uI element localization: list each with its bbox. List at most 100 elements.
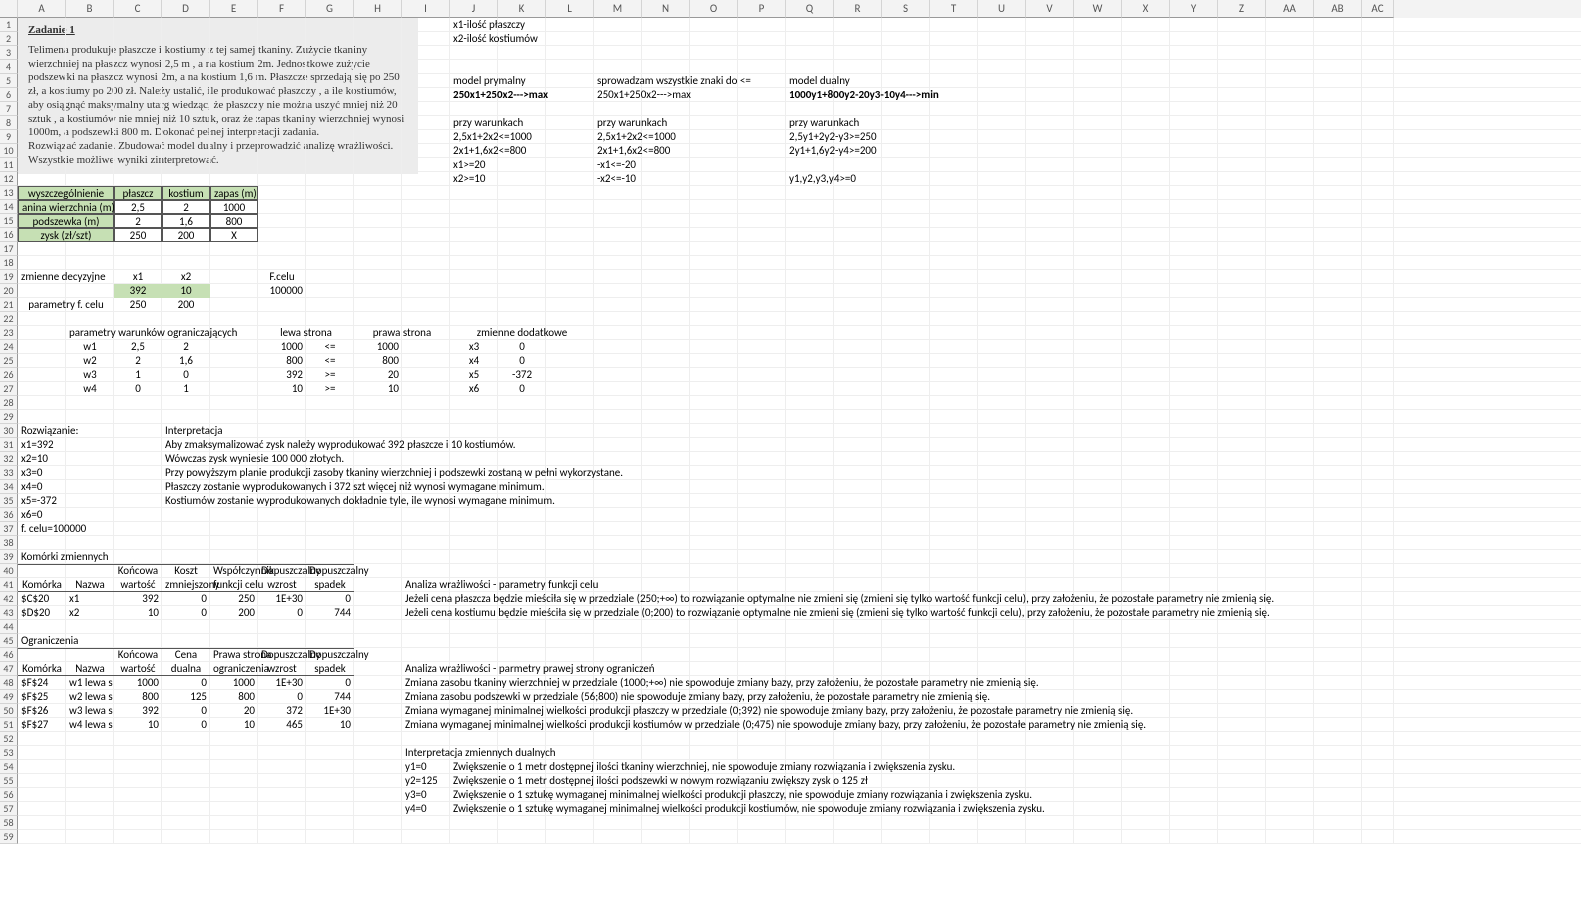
row-header: 30 [0, 424, 18, 438]
row-header: 52 [0, 732, 18, 746]
di-key: y4=0 [402, 802, 450, 816]
cons-b: 0 [162, 368, 210, 382]
sol-interp-title: Interpretacja [162, 424, 210, 438]
dual-c4: y1,y2,y3,y4>=0 [786, 172, 834, 186]
row-header: 3 [0, 46, 18, 60]
sv-cell: 744 [306, 606, 354, 620]
col-header: G [306, 0, 354, 18]
cons-name: w3 [66, 368, 114, 382]
sv-analysis-title: Analiza wrażliwości - parametry funkcji … [402, 578, 1122, 592]
sc-h2: ograniczenia [210, 662, 258, 676]
col-header: Q [786, 0, 834, 18]
row-header: 5 [0, 74, 18, 88]
pt-r-c2: 2 [162, 200, 210, 214]
col-header: R [834, 0, 882, 18]
sv-h1: Dopuszczalny [258, 564, 306, 578]
sc-cell: 10 [306, 718, 354, 732]
di-key: y1=0 [402, 760, 450, 774]
row-header: 43 [0, 606, 18, 620]
sv-cell: 250 [210, 592, 258, 606]
sol-text: Wówczas zysk wyniesie 100 000 złotych. [162, 452, 1122, 466]
row-header: 51 [0, 718, 18, 732]
sc-h2: Komórka [18, 662, 66, 676]
cons-a: 1 [114, 368, 162, 382]
sc-cell: 125 [162, 690, 210, 704]
sv-cell: $C$20 [18, 592, 66, 606]
col-header: E [210, 0, 258, 18]
row-header: 48 [0, 676, 18, 690]
pt-r-c3: 800 [210, 214, 258, 228]
sc-cell: w4 lewa s [66, 718, 114, 732]
col-header: C [114, 0, 162, 18]
sol-key: x6=0 [18, 508, 66, 522]
cons-slackv: 0 [498, 340, 546, 354]
sv-analysis: Jeżeli cena kostiumu będzie mieściła się… [402, 606, 1273, 620]
sc-analysis: Zmiana wymaganej minimalnej wielkości pr… [402, 718, 1149, 732]
legend-x2: x2-ilość kostiumów [450, 32, 498, 46]
cons-name: w4 [66, 382, 114, 396]
sc-cell: 1E+30 [306, 704, 354, 718]
dual-title: model dualny [786, 74, 834, 88]
cons-extra-lbl: zmienne dodatkowe [450, 326, 594, 340]
primal-c3: x1>=20 [450, 158, 498, 172]
dual-obj: 1000y1+800y2-20y3-10y4--->min [786, 88, 834, 102]
cons-slackv: 0 [498, 382, 546, 396]
cons-b: 1,6 [162, 354, 210, 368]
sc-cell: $F$24 [18, 676, 66, 690]
sv-cell: 10 [114, 606, 162, 620]
sv-cell: 0 [162, 606, 210, 620]
sc-cell: 0 [162, 704, 210, 718]
di-text: Zwiększenie o 1 sztukę wymaganej minimal… [450, 788, 1035, 802]
sc-cell: 10 [114, 718, 162, 732]
col-header: N [642, 0, 690, 18]
sc-cell: 744 [306, 690, 354, 704]
pt-r-c2: 200 [162, 228, 210, 242]
sc-analysis: Zmiana zasobu tkaniny wierzchniej w prze… [402, 676, 1042, 690]
cons-slack: x4 [450, 354, 498, 368]
row-header: 55 [0, 774, 18, 788]
sc-h2: wartość [114, 662, 162, 676]
sol-key: f. celu=100000 [18, 522, 66, 536]
sc-cell: $F$26 [18, 704, 66, 718]
sol-text: Przy powyższym planie produkcji zasoby t… [162, 466, 1122, 480]
sol-text: Kostiumów zostanie wyprodukowanych dokła… [162, 494, 1122, 508]
di-text: Zwiększenie o 1 sztukę wymaganej minimal… [450, 802, 1048, 816]
primal-title: model prymalny [450, 74, 498, 88]
pt-r-label: zysk (zł/szt) [18, 228, 114, 242]
sc-h2: Nazwa [66, 662, 114, 676]
sc-analysis: Zmiana zasobu podszewki w przedziale (56… [402, 690, 993, 704]
primal-c2: 2x1+1,6x2<=800 [450, 144, 498, 158]
row-header: 27 [0, 382, 18, 396]
cons-name: w1 [66, 340, 114, 354]
primal-cond: przy warunkach [450, 116, 498, 130]
sv-cell: x2 [66, 606, 114, 620]
cons-left-lbl: lewa strona [258, 326, 354, 340]
conv-c1: 2,5x1+2x2<=1000 [594, 130, 642, 144]
conv-c4: -x2<=-10 [594, 172, 642, 186]
sv-h1: Końcowa [114, 564, 162, 578]
col-header: AB [1314, 0, 1362, 18]
cons-right-lbl: prawa strona [354, 326, 450, 340]
dec-var2: x2 [162, 270, 210, 284]
sc-cell: 0 [162, 718, 210, 732]
spreadsheet[interactable]: ABCDEFGHIJKLMNOPQRSTUVWXYZAAABAC 1234567… [0, 0, 1581, 844]
col-header: AC [1362, 0, 1394, 18]
pt-r-c3: 1000 [210, 200, 258, 214]
row-header: 50 [0, 704, 18, 718]
cons-right: 20 [354, 368, 402, 382]
sol-key: x1=392 [18, 438, 66, 452]
sc-cell: $F$27 [18, 718, 66, 732]
sv-cell: 1E+30 [258, 592, 306, 606]
conv-cond: przy warunkach [594, 116, 642, 130]
dec-var1: x1 [114, 270, 162, 284]
row-header: 34 [0, 480, 18, 494]
row-header: 11 [0, 158, 18, 172]
sc-cell: 20 [210, 704, 258, 718]
col-header: K [498, 0, 546, 18]
cons-rel: <= [306, 340, 354, 354]
sc-cell: w2 lewa s [66, 690, 114, 704]
cons-rel: >= [306, 382, 354, 396]
pt-r-c1: 2 [114, 214, 162, 228]
row-header: 46 [0, 648, 18, 662]
pt-h3: zapas (m) [210, 186, 258, 200]
